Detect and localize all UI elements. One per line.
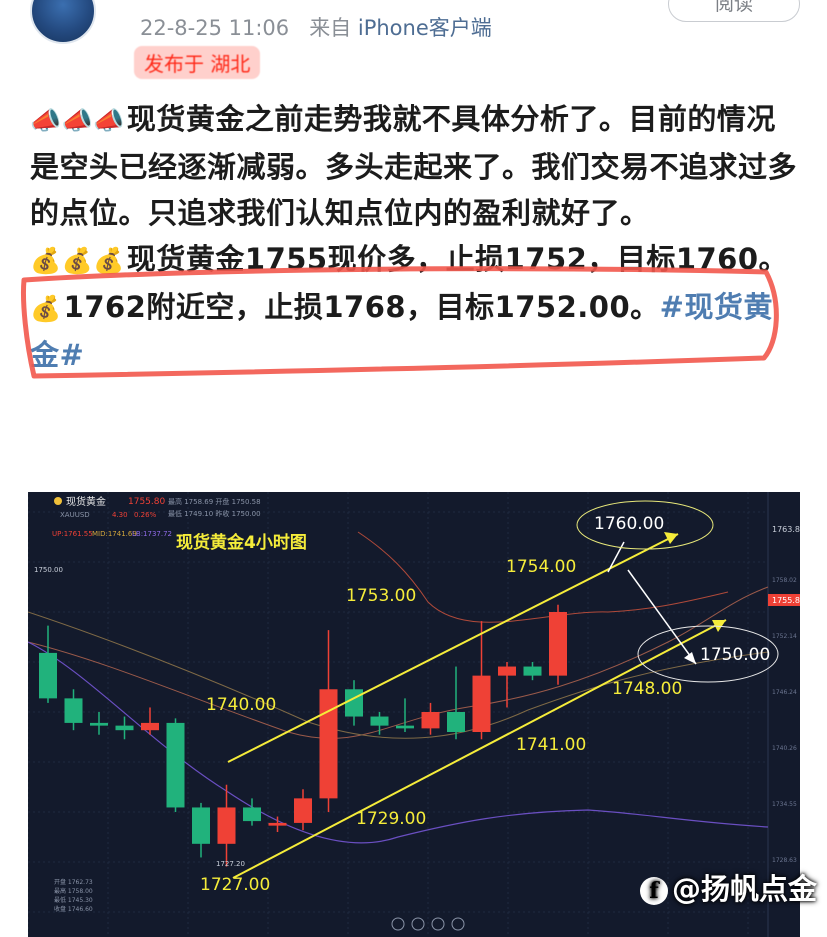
chart-price: 1755.80 bbox=[128, 497, 165, 507]
candle-body bbox=[498, 666, 516, 676]
gold-coin-icon bbox=[54, 497, 62, 505]
candle-body bbox=[90, 722, 108, 726]
post-body: 📣📣📣现货黄金之前走势我就不具体分析了。目前的情况是空头已经逐渐减弱。多头走起来… bbox=[30, 96, 800, 378]
axis-tick-faint: 1752.14 bbox=[772, 633, 797, 640]
upper-trendline-arrow bbox=[664, 532, 678, 544]
upper-band-2 bbox=[357, 531, 729, 623]
bottom-info: 最低 1745.30 bbox=[54, 896, 93, 904]
chart-info-top: 最高 1758.69 开盘 1750.58 bbox=[168, 497, 261, 506]
indicator-mid: MID:1741.69 bbox=[92, 530, 137, 538]
chart-code: XAUUSD bbox=[60, 511, 90, 519]
candle-body bbox=[549, 612, 567, 676]
post-text-1: 现货黄金之前走势我就不具体分析了。目前的情况是空头已经逐渐减弱。多头走起来了。我… bbox=[30, 102, 798, 230]
candle-body bbox=[141, 722, 159, 731]
source-device[interactable]: iPhone客户端 bbox=[358, 16, 492, 40]
avatar[interactable] bbox=[30, 0, 96, 44]
candle-body bbox=[192, 807, 210, 844]
candle-body bbox=[345, 689, 363, 717]
money-bag-icon: 💰 bbox=[30, 294, 62, 323]
toolbar-circle-icon bbox=[391, 917, 405, 931]
source-prefix: 来自 bbox=[309, 16, 352, 40]
location-label: 发布于 湖北 bbox=[134, 46, 261, 79]
annotation-label: 1727.00 bbox=[200, 875, 270, 895]
chart-symbol: 现货黄金 bbox=[66, 495, 106, 508]
candle-body bbox=[523, 666, 542, 676]
post-meta: 22-8-25 11:06 来自 iPhone客户端 bbox=[140, 12, 492, 42]
candle-body bbox=[396, 725, 414, 729]
candle-body bbox=[421, 712, 440, 729]
candle-body bbox=[166, 722, 185, 808]
candle-body bbox=[217, 807, 236, 844]
weibo-logo-icon: f bbox=[640, 877, 668, 905]
axis-tick-faint: 1758.02 bbox=[772, 577, 797, 584]
low-price-marker: 1727.20 bbox=[216, 860, 245, 868]
candle-body bbox=[319, 689, 338, 799]
candle-body bbox=[370, 716, 389, 726]
candle-body bbox=[39, 652, 57, 699]
annotation-label: 1754.00 bbox=[506, 557, 576, 577]
last-price-tag: 1755.80 bbox=[772, 596, 800, 605]
annotation-label: 1760.00 bbox=[594, 514, 664, 534]
bottom-info: 开盘 1762.73 bbox=[54, 878, 93, 886]
candle-body bbox=[243, 807, 261, 822]
chart-change: 4.30 bbox=[112, 511, 128, 519]
bottom-info: 最高 1758.00 bbox=[54, 887, 93, 895]
candle-body bbox=[268, 822, 287, 826]
candle-body bbox=[472, 675, 491, 732]
candle-body bbox=[64, 698, 83, 723]
annotation-label: 1748.00 bbox=[612, 679, 682, 699]
chart-info-bottom: 最低 1749.10 昨收 1750.00 bbox=[168, 509, 261, 518]
indicator-upper: UP:1761.55 bbox=[52, 530, 93, 538]
read-button[interactable]: 阅读 bbox=[668, 0, 800, 22]
post-paragraph-2: 💰💰💰现货黄金1755现价多，止损1752，目标1760。 bbox=[30, 236, 800, 284]
post-timestamp: 22-8-25 11:06 bbox=[140, 16, 290, 40]
candle-body bbox=[447, 712, 465, 732]
bottom-info: 收盘 1746.60 bbox=[54, 905, 93, 913]
toolbar-circle-icon bbox=[411, 917, 425, 931]
axis-tick-faint: 1734.55 bbox=[772, 801, 797, 808]
candle-body bbox=[115, 725, 134, 731]
left-price-label: 1750.00 bbox=[34, 566, 63, 574]
axis-tick-faint: 1740.26 bbox=[772, 745, 797, 752]
indicator-lower: LB:1737.72 bbox=[132, 530, 172, 538]
post-paragraph-3: 💰1762附近空，止损1768，目标1752.00。#现货黄金# bbox=[30, 284, 800, 378]
watermark: f @扬帆点金 bbox=[640, 866, 817, 908]
post-text-2: 现货黄金1755现价多，止损1752，目标1760。 bbox=[126, 242, 789, 276]
annotation-label: 1729.00 bbox=[356, 809, 426, 829]
candle-body bbox=[294, 798, 312, 823]
annotation-label: 1753.00 bbox=[346, 586, 416, 606]
annotation-label: 1740.00 bbox=[206, 695, 276, 715]
annotation-label: 1750.00 bbox=[700, 645, 770, 665]
megaphone-icons: 📣📣📣 bbox=[30, 106, 125, 135]
lower-trendline bbox=[232, 619, 727, 879]
axis-tick-faint: 1746.24 bbox=[772, 689, 797, 696]
axis-tick-faint: 1728.63 bbox=[772, 857, 797, 864]
axis-tick: 1763.83 bbox=[772, 525, 800, 534]
annotation-label: 1741.00 bbox=[516, 735, 586, 755]
post-text-3: 1762附近空，止损1768，目标1752.00。 bbox=[63, 290, 660, 324]
chart-change-pct: 0.26% bbox=[134, 511, 157, 519]
toolbar-circle-icon bbox=[431, 917, 445, 931]
post-paragraph-1: 📣📣📣现货黄金之前走势我就不具体分析了。目前的情况是空头已经逐渐减弱。多头走起来… bbox=[30, 96, 800, 236]
chart-title: 现货黄金4小时图 bbox=[176, 532, 307, 553]
toolbar-circle-icon bbox=[451, 917, 465, 931]
money-bag-icons: 💰💰💰 bbox=[30, 246, 125, 275]
